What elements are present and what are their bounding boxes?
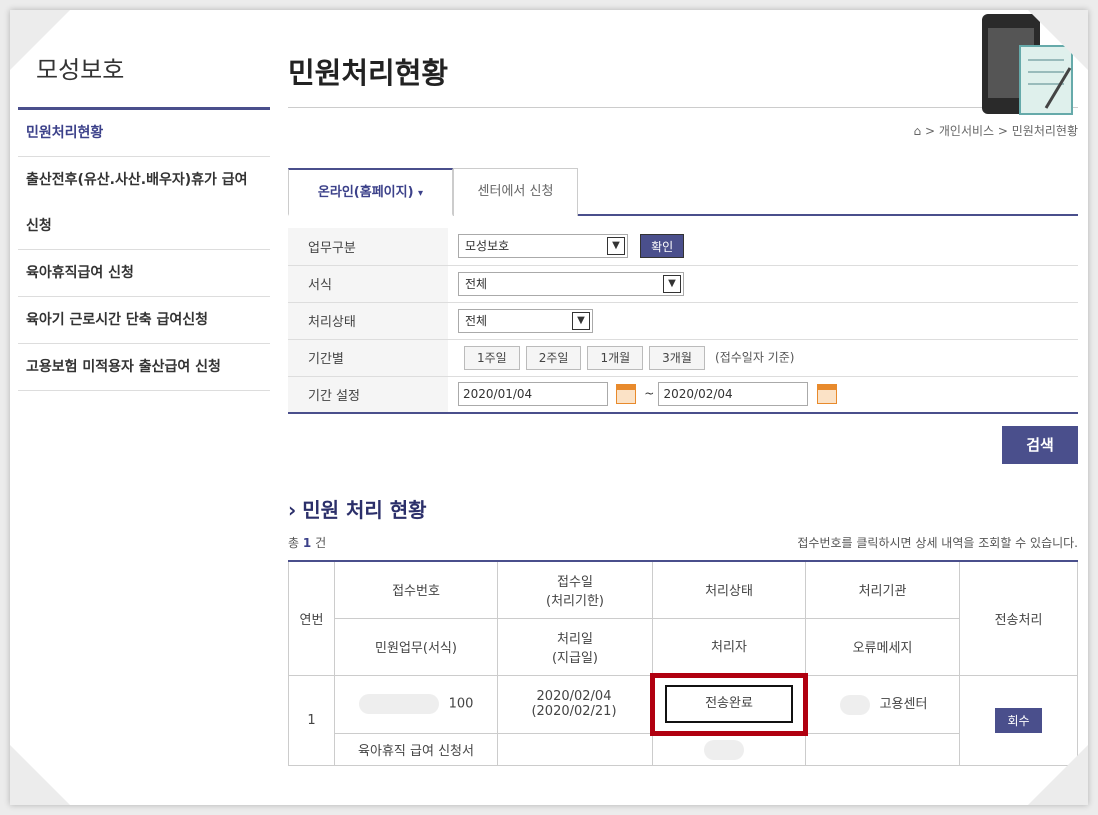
table-row: 육아휴직 급여 신청서 [289, 732, 1078, 766]
date-to-input[interactable]: 2020/02/04 [658, 382, 809, 407]
tab-center[interactable]: 센터에서 신청 [453, 168, 578, 216]
period-1week-button[interactable]: 1주일 [464, 345, 520, 370]
sidebar-item-uninsured-birth[interactable]: 고용보험 미적용자 출산급여 신청 [18, 344, 270, 391]
calendar-icon[interactable] [616, 384, 637, 405]
corner-fold [1028, 10, 1088, 70]
agency-cell: 고용센터 [805, 674, 960, 734]
form-select[interactable]: 전체 ▼ [458, 271, 684, 296]
breadcrumb-path: > 개인서비스 > 민원처리현황 [925, 124, 1078, 138]
date-separator: ~ [644, 386, 655, 401]
status-cell: 전송완료 [650, 672, 808, 736]
calendar-icon[interactable] [816, 384, 837, 405]
result-hint: 접수번호를 클릭하시면 상세 내역을 조회할 수 있습니다. [797, 536, 1078, 550]
col-receipt-no: 접수번호 [334, 560, 498, 619]
process-date-cell [497, 732, 653, 766]
sidebar-item-status[interactable]: 민원처리현황 [18, 110, 270, 157]
col-status: 처리상태 [652, 560, 806, 619]
col-process-date: 처리일 (지급일) [497, 617, 653, 676]
sidebar-item-childcare-leave[interactable]: 육아휴직급여 신청 [18, 250, 270, 297]
col-handler: 처리자 [652, 617, 806, 676]
form-label-task: 업무구분 [288, 228, 448, 266]
result-table: 연번 접수번호 접수일 (처리기한) 처리상태 처리기관 전송처리 민원업무(서식… [288, 560, 1078, 766]
form-label-period: 기간별 [288, 339, 448, 377]
search-form: 업무구분 모성보호 ▼ 확인 서식 전체 ▼ 처리상태 전체 ▼ 기간별 1주일 2주일… [288, 228, 1078, 414]
main-content: 민원처리현황 ⌂ > 개인서비스 > 민원처리현황 온라인(홈페이지) ▾ 센터… [288, 10, 1078, 766]
search-row: 검색 [288, 414, 1078, 488]
chevron-right-icon: › [288, 498, 297, 522]
col-agency: 처리기관 [805, 560, 960, 619]
redacted-blur [839, 694, 870, 715]
withdraw-button[interactable]: 회수 [995, 707, 1042, 733]
sidebar-item-reduced-hours[interactable]: 육아기 근로시간 단축 급여신청 [18, 297, 270, 344]
result-count: 총 1 건 [288, 536, 327, 550]
corner-fold [10, 745, 70, 805]
redacted-blur [358, 694, 439, 714]
status-select[interactable]: 전체 ▼ [458, 308, 593, 333]
handler-cell [652, 732, 806, 766]
tab-bar: 온라인(홈페이지) ▾ 센터에서 신청 [288, 152, 1078, 216]
result-count-row: 총 1 건 접수번호를 클릭하시면 상세 내역을 조회할 수 있습니다. [288, 534, 1078, 560]
page-frame: 모성보호 민원처리현황 출산전후(유산.사산.배우자)휴가 급여 신청 육아휴직… [10, 10, 1088, 805]
period-1month-button[interactable]: 1개월 [587, 345, 644, 370]
form-label-status: 처리상태 [288, 302, 448, 340]
task-cell: 육아휴직 급여 신청서 [334, 732, 498, 766]
corner-fold [1028, 745, 1088, 805]
error-cell [805, 732, 960, 766]
form-label-form: 서식 [288, 265, 448, 303]
redacted-blur [704, 740, 744, 760]
sidebar-item-maternity-leave[interactable]: 출산전후(유산.사산.배우자)휴가 급여 [18, 157, 270, 203]
col-transmit: 전송처리 [959, 560, 1078, 676]
date-from-input[interactable]: 2020/01/04 [458, 382, 608, 407]
home-icon[interactable]: ⌂ [914, 124, 922, 138]
task-select[interactable]: 모성보호 ▼ [458, 234, 628, 259]
corner-fold [10, 10, 70, 70]
period-2week-button[interactable]: 2주일 [525, 345, 582, 370]
col-error: 오류메세지 [805, 617, 960, 676]
chevron-down-icon: ▼ [572, 311, 590, 330]
receipt-number-link[interactable]: 100 [334, 674, 498, 734]
breadcrumb: ⌂ > 개인서비스 > 민원처리현황 [288, 108, 1078, 152]
chevron-down-icon: ▼ [607, 237, 625, 256]
tab-online[interactable]: 온라인(홈페이지) ▾ [288, 168, 453, 216]
row-no: 1 [288, 674, 335, 766]
table-row: 1 100 2020/02/04 (2020/02/21) 전송완료 고용센터 회… [288, 672, 1078, 766]
chevron-down-icon: ▼ [663, 274, 681, 293]
page-title: 민원처리현황 [288, 10, 1078, 108]
form-label-date-range: 기간 설정 [288, 376, 448, 414]
period-note: (접수일자 기준) [715, 350, 795, 364]
col-no: 연번 [288, 560, 335, 676]
col-task: 민원업무(서식) [334, 617, 498, 676]
tab-online-label: 온라인(홈페이지) [317, 185, 414, 200]
confirm-button[interactable]: 확인 [640, 234, 685, 259]
col-receipt-date: 접수일 (처리기한) [497, 560, 653, 619]
caret-down-icon: ▾ [418, 188, 424, 199]
search-button[interactable]: 검색 [1002, 426, 1078, 464]
receipt-date-cell: 2020/02/04 (2020/02/21) [497, 674, 653, 734]
status-badge: 전송완료 [665, 685, 793, 723]
period-3month-button[interactable]: 3개월 [649, 345, 705, 370]
section-title: › 민원 처리 현황 [288, 498, 427, 522]
sidebar-item-maternity-leave-cont[interactable]: 신청 [18, 203, 270, 250]
